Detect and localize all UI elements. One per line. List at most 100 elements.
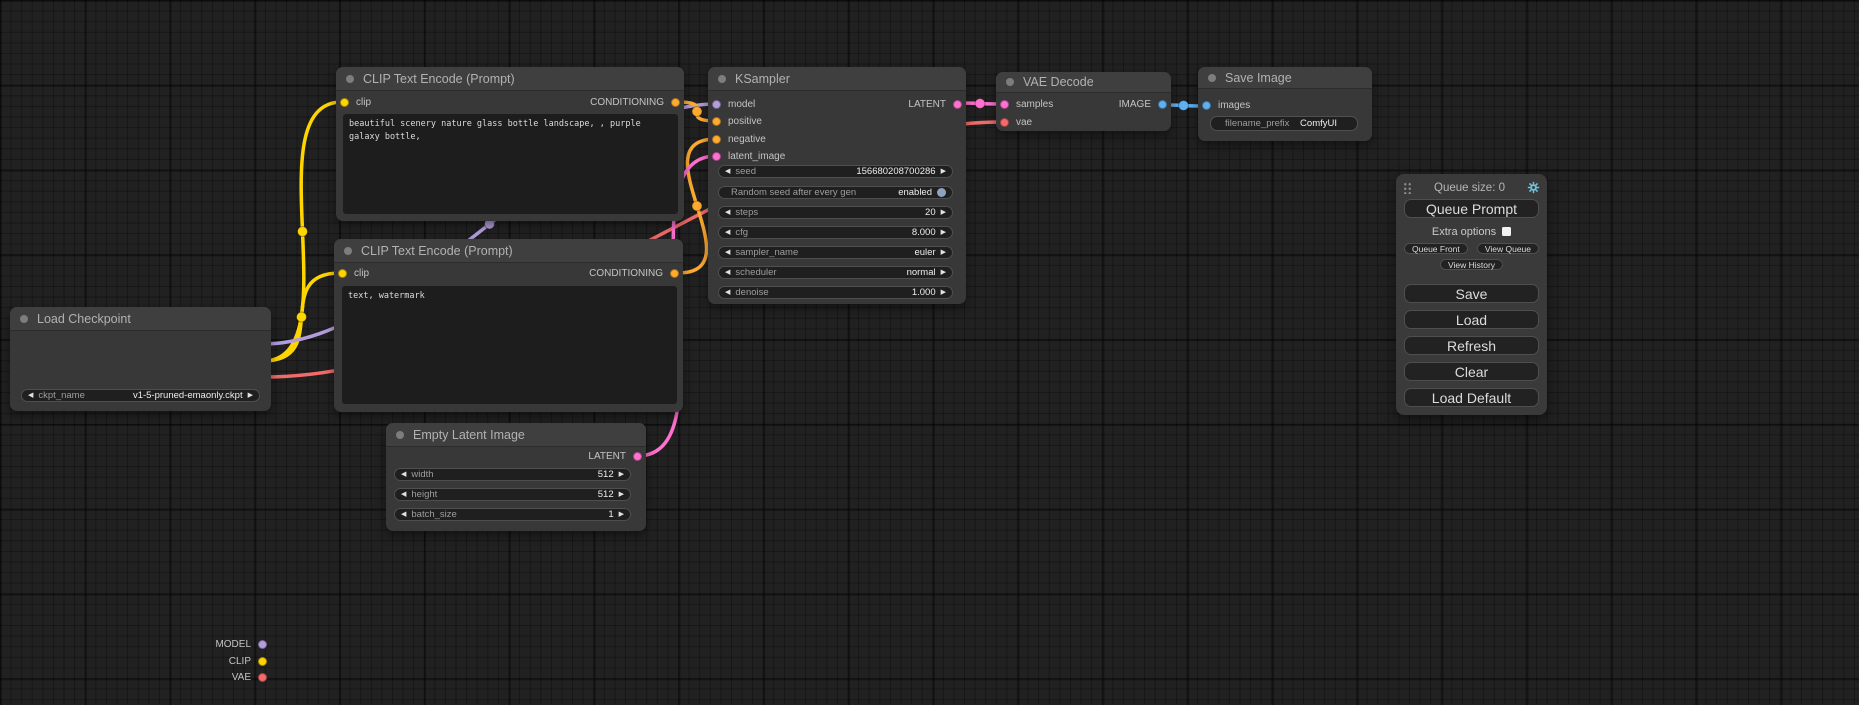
toggle-enabled-icon[interactable]: [937, 188, 946, 197]
output-port-vae[interactable]: VAE: [232, 669, 267, 685]
image-port-icon[interactable]: [1202, 101, 1211, 110]
vae-port-icon[interactable]: [1000, 118, 1009, 127]
node-title-bar[interactable]: VAE Decode: [996, 72, 1171, 93]
node-load-checkpoint[interactable]: Load Checkpoint MODEL CLIP VAE ◀ ckpt_na…: [10, 307, 271, 411]
output-port-latent[interactable]: LATENT: [588, 448, 642, 464]
conditioning-port-icon[interactable]: [712, 135, 721, 144]
collapse-dot-icon[interactable]: [20, 315, 28, 323]
decrement-arrow-icon[interactable]: ◀: [401, 511, 406, 518]
next-value-arrow-icon[interactable]: ▶: [941, 249, 946, 256]
widget-height[interactable]: ◀ height 512 ▶: [394, 488, 631, 501]
node-title-bar[interactable]: KSampler: [708, 67, 966, 91]
latent-port-icon[interactable]: [953, 100, 962, 109]
input-port-model[interactable]: model: [712, 96, 755, 112]
output-port-image[interactable]: IMAGE: [1119, 96, 1167, 112]
collapse-dot-icon[interactable]: [346, 75, 354, 83]
latent-port-icon[interactable]: [712, 152, 721, 161]
view-queue-button[interactable]: View Queue: [1477, 243, 1539, 254]
node-clip-text-encode-positive[interactable]: CLIP Text Encode (Prompt) clip CONDITION…: [336, 67, 684, 221]
conditioning-port-icon[interactable]: [670, 269, 679, 278]
widget-batch-size[interactable]: ◀ batch_size 1 ▶: [394, 508, 631, 521]
latent-port-icon[interactable]: [1000, 100, 1009, 109]
decrement-arrow-icon[interactable]: ◀: [725, 168, 730, 175]
negative-prompt-textarea[interactable]: text, watermark: [342, 286, 677, 404]
input-port-negative[interactable]: negative: [712, 131, 766, 147]
input-port-clip[interactable]: clip: [340, 94, 371, 110]
node-title-bar[interactable]: CLIP Text Encode (Prompt): [334, 239, 683, 263]
widget-sampler-name[interactable]: ◀ sampler_name euler ▶: [718, 246, 953, 259]
view-history-button[interactable]: View History: [1440, 259, 1503, 270]
prev-value-arrow-icon[interactable]: ◀: [725, 269, 730, 276]
load-default-button[interactable]: Load Default: [1404, 388, 1539, 407]
load-button[interactable]: Load: [1404, 310, 1539, 329]
vae-port-icon[interactable]: [258, 673, 267, 682]
refresh-button[interactable]: Refresh: [1404, 336, 1539, 355]
decrement-arrow-icon[interactable]: ◀: [725, 289, 730, 296]
increment-arrow-icon[interactable]: ▶: [619, 471, 624, 478]
collapse-dot-icon[interactable]: [1208, 74, 1216, 82]
output-port-conditioning[interactable]: CONDITIONING: [590, 94, 680, 110]
output-port-latent[interactable]: LATENT: [908, 96, 962, 112]
collapse-dot-icon[interactable]: [396, 431, 404, 439]
input-port-images[interactable]: images: [1202, 97, 1250, 113]
increment-arrow-icon[interactable]: ▶: [941, 168, 946, 175]
widget-width[interactable]: ◀ width 512 ▶: [394, 468, 631, 481]
clear-button[interactable]: Clear: [1404, 362, 1539, 381]
decrement-arrow-icon[interactable]: ◀: [401, 471, 406, 478]
increment-arrow-icon[interactable]: ▶: [619, 491, 624, 498]
node-title-bar[interactable]: Save Image: [1198, 67, 1372, 89]
clip-port-icon[interactable]: [258, 657, 267, 666]
node-title-bar[interactable]: Load Checkpoint: [10, 307, 271, 331]
prev-value-arrow-icon[interactable]: ◀: [28, 392, 33, 399]
node-title-bar[interactable]: Empty Latent Image: [386, 423, 646, 447]
widget-random-seed[interactable]: Random seed after every gen enabled: [718, 186, 953, 199]
widget-denoise[interactable]: ◀ denoise 1.000 ▶: [718, 286, 953, 299]
widget-scheduler[interactable]: ◀ scheduler normal ▶: [718, 266, 953, 279]
node-save-image[interactable]: Save Image images filename_prefix ComfyU…: [1198, 67, 1372, 141]
output-port-model[interactable]: MODEL: [215, 636, 267, 652]
model-port-icon[interactable]: [712, 100, 721, 109]
input-port-samples[interactable]: samples: [1000, 96, 1053, 112]
decrement-arrow-icon[interactable]: ◀: [725, 209, 730, 216]
collapse-dot-icon[interactable]: [718, 75, 726, 83]
model-port-icon[interactable]: [258, 640, 267, 649]
node-clip-text-encode-negative[interactable]: CLIP Text Encode (Prompt) clip CONDITION…: [334, 239, 683, 412]
input-port-latent-image[interactable]: latent_image: [712, 148, 785, 164]
widget-ckpt-name[interactable]: ◀ ckpt_name v1-5-pruned-emaonly.ckpt ▶: [21, 389, 260, 402]
widget-filename-prefix[interactable]: filename_prefix ComfyUI: [1210, 116, 1358, 131]
queue-prompt-button[interactable]: Queue Prompt: [1404, 199, 1539, 218]
clip-port-icon[interactable]: [338, 269, 347, 278]
clip-port-icon[interactable]: [340, 98, 349, 107]
settings-gear-icon[interactable]: [1527, 181, 1540, 194]
widget-steps[interactable]: ◀ steps 20 ▶: [718, 206, 953, 219]
collapse-dot-icon[interactable]: [344, 247, 352, 255]
image-port-icon[interactable]: [1158, 100, 1167, 109]
conditioning-port-icon[interactable]: [712, 117, 721, 126]
output-port-clip[interactable]: CLIP: [229, 653, 267, 669]
queue-front-button[interactable]: Queue Front: [1404, 243, 1468, 254]
decrement-arrow-icon[interactable]: ◀: [401, 491, 406, 498]
increment-arrow-icon[interactable]: ▶: [941, 209, 946, 216]
prev-value-arrow-icon[interactable]: ◀: [725, 249, 730, 256]
widget-cfg[interactable]: ◀ cfg 8.000 ▶: [718, 226, 953, 239]
increment-arrow-icon[interactable]: ▶: [619, 511, 624, 518]
save-button[interactable]: Save: [1404, 284, 1539, 303]
decrement-arrow-icon[interactable]: ◀: [725, 229, 730, 236]
drag-handle-icon[interactable]: [1403, 182, 1412, 194]
input-port-vae[interactable]: vae: [1000, 114, 1032, 130]
node-title-bar[interactable]: CLIP Text Encode (Prompt): [336, 67, 684, 91]
node-empty-latent-image[interactable]: Empty Latent Image LATENT ◀ width 512 ▶ …: [386, 423, 646, 531]
next-value-arrow-icon[interactable]: ▶: [941, 269, 946, 276]
extra-options-checkbox[interactable]: [1502, 227, 1511, 236]
increment-arrow-icon[interactable]: ▶: [941, 289, 946, 296]
latent-port-icon[interactable]: [633, 452, 642, 461]
input-port-positive[interactable]: positive: [712, 113, 762, 129]
input-port-clip[interactable]: clip: [338, 265, 369, 281]
node-vae-decode[interactable]: VAE Decode samples vae IMAGE: [996, 72, 1171, 131]
collapse-dot-icon[interactable]: [1006, 78, 1014, 86]
output-port-conditioning[interactable]: CONDITIONING: [589, 265, 679, 281]
conditioning-port-icon[interactable]: [671, 98, 680, 107]
positive-prompt-textarea[interactable]: beautiful scenery nature glass bottle la…: [343, 114, 678, 214]
widget-seed[interactable]: ◀ seed 156680208700286 ▶: [718, 165, 953, 178]
next-value-arrow-icon[interactable]: ▶: [248, 392, 253, 399]
